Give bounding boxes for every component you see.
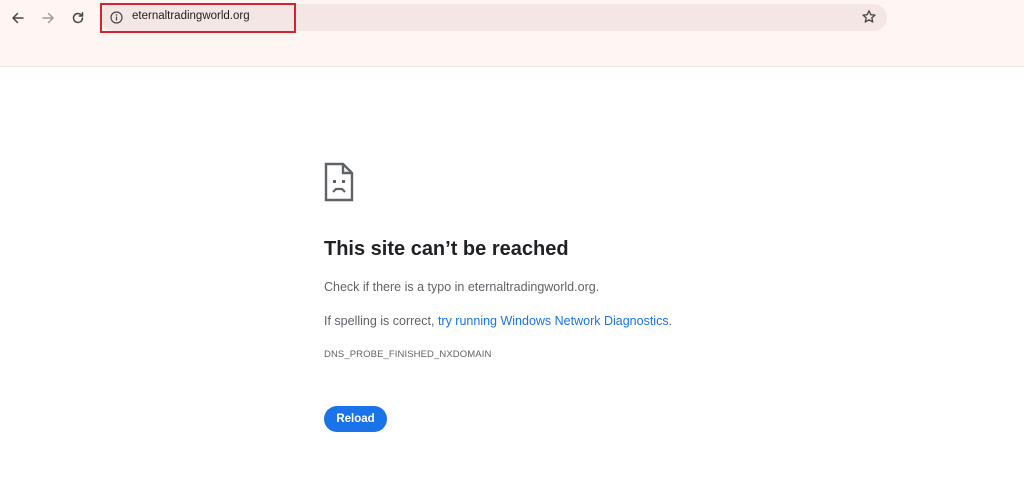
arrow-left-icon [12,12,24,24]
arrow-right-icon [42,12,54,24]
browser-toolbar: eternaltradingworld.org [0,0,1024,67]
diagnostics-prefix: If spelling is correct, [324,314,438,328]
typo-suggestion-prefix: Check if there is a typo in [324,280,468,294]
reload-button[interactable]: Reload [324,406,387,432]
diagnostics-suffix: . [668,314,673,328]
typo-suggestion: Check if there is a typo in eternaltradi… [324,280,599,294]
error-title: This site can’t be reached [324,238,569,260]
error-code: DNS_PROBE_FINISHED_NXDOMAIN [324,349,492,360]
reload-icon [72,12,84,24]
sad-page-icon [324,162,354,202]
reload-page-button[interactable] [66,6,90,30]
url-text[interactable]: eternaltradingworld.org [132,10,250,22]
forward-button[interactable] [36,6,60,30]
info-icon[interactable] [110,11,123,24]
address-bar[interactable]: eternaltradingworld.org [100,4,887,31]
star-icon[interactable] [861,9,877,25]
typo-suggestion-suffix: . [595,280,600,294]
network-diagnostics-link[interactable]: try running Windows Network Diagnostics [438,314,669,328]
back-button[interactable] [6,6,30,30]
typo-suggestion-domain: eternaltradingworld.org [467,280,596,294]
diagnostics-suggestion: If spelling is correct, try running Wind… [324,314,672,328]
